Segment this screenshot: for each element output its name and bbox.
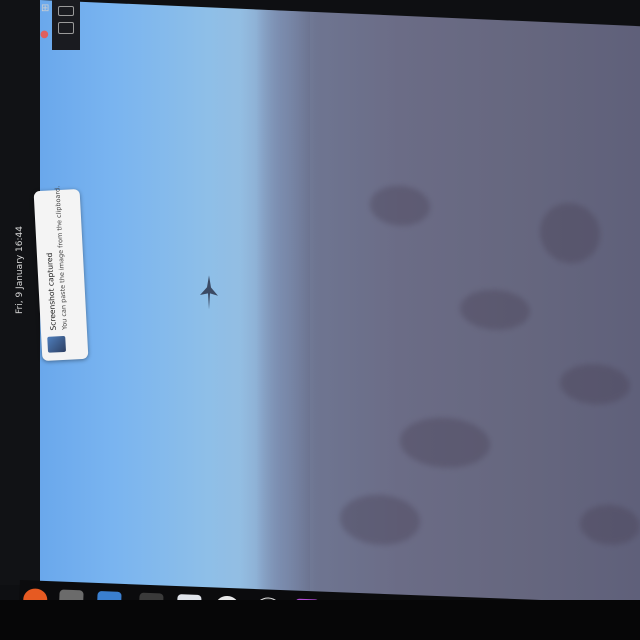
terrain-shadow — [370, 184, 430, 228]
record-icon[interactable]: ● — [40, 30, 49, 40]
screenshot-thumbnail — [47, 335, 67, 353]
screenshot-notification[interactable]: Screenshot captured You can paste the im… — [33, 186, 89, 362]
activities-icon[interactable]: ⊞ — [41, 4, 49, 14]
screen-bezel — [0, 600, 640, 640]
notification-title: Screenshot captured — [44, 252, 58, 331]
terrain-shadow — [340, 493, 420, 547]
bird-icon — [200, 275, 218, 310]
terrain-shadow — [560, 362, 630, 406]
window-icon[interactable] — [58, 6, 74, 16]
top-panel: ⊞ ● Fri, 9 January 16:44 — [0, 0, 49, 585]
desktop-screen: ⊞ ● Fri, 9 January 16:44 Screenshot capt… — [0, 0, 640, 640]
terrain-shadow — [580, 503, 640, 547]
terrain-shadow — [400, 415, 490, 470]
battery-icon[interactable] — [58, 22, 74, 34]
terrain-shadow — [460, 288, 530, 332]
clock[interactable]: Fri, 9 January 16:44 — [15, 226, 25, 314]
horizon-haze — [240, 8, 310, 612]
wallpaper-photo — [40, 0, 640, 627]
system-tray — [52, 0, 80, 50]
terrain-shadow — [540, 201, 600, 265]
